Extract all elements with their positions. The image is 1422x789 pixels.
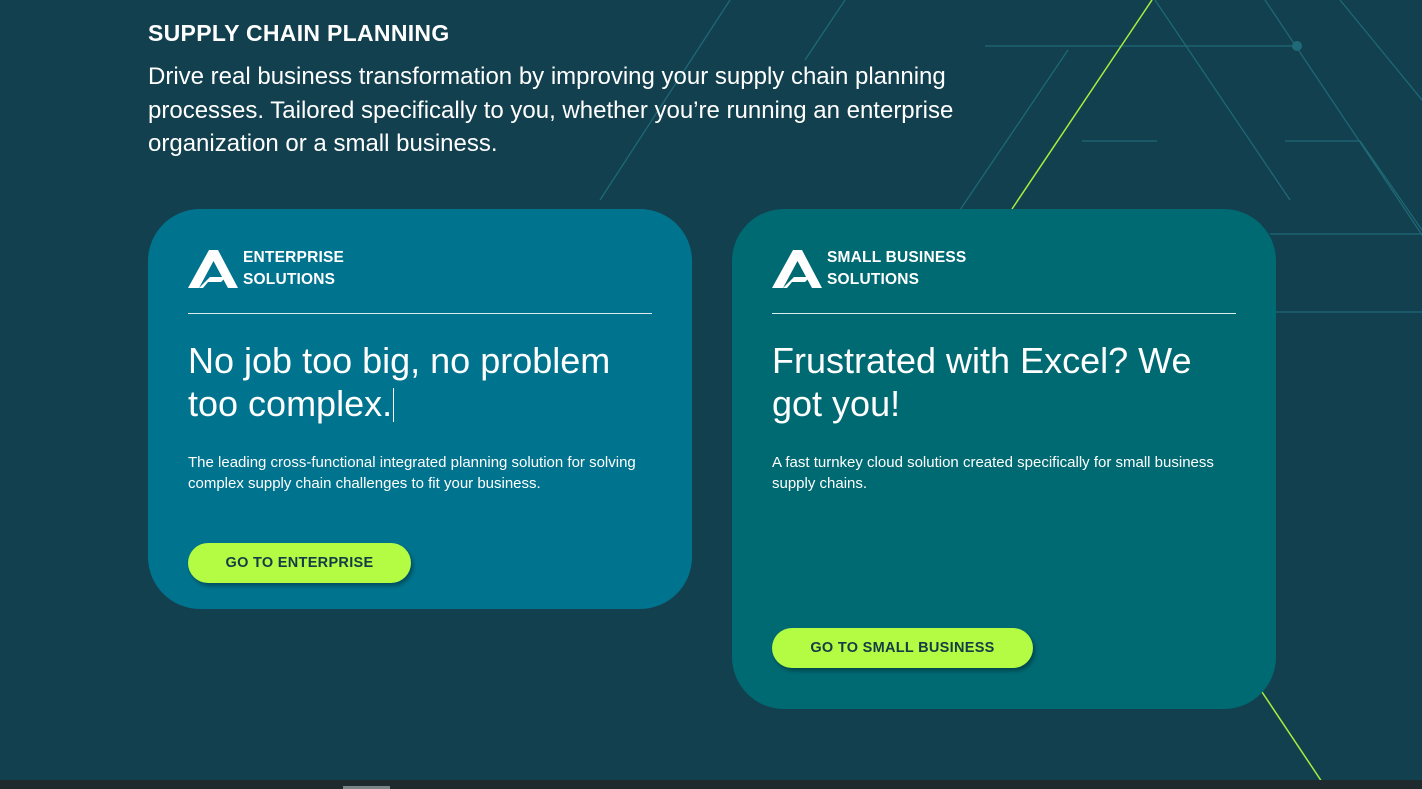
small-business-headline: Frustrated with Excel? We got you! xyxy=(772,340,1192,424)
brand-line-2: SOLUTIONS xyxy=(243,271,336,288)
card-divider xyxy=(772,313,1236,314)
go-to-enterprise-button[interactable]: GO TO ENTERPRISE xyxy=(188,543,411,583)
section-intro: Drive real business transformation by im… xyxy=(148,63,954,157)
brand-line-2: SOLUTIONS xyxy=(827,271,920,288)
enterprise-headline-text: No job too big, no problem too complex. xyxy=(188,340,611,424)
brand-logo-icon xyxy=(772,250,822,288)
enterprise-brand-text: ENTERPRISE SOLUTIONS xyxy=(243,247,344,291)
card-divider xyxy=(188,313,652,314)
enterprise-brand: ENTERPRISE SOLUTIONS xyxy=(188,249,344,289)
brand-logo-icon xyxy=(188,250,238,288)
bottom-bar xyxy=(0,780,1422,789)
page: SUPPLY CHAIN PLANNING Drive real busines… xyxy=(0,0,1422,789)
brand-line-1: ENTERPRISE xyxy=(243,249,345,266)
enterprise-card: ENTERPRISE SOLUTIONS No job too big, no … xyxy=(148,209,692,609)
go-to-small-business-button[interactable]: GO TO SMALL BUSINESS xyxy=(772,628,1033,668)
small-business-description: A fast turnkey cloud solution created sp… xyxy=(772,454,1214,492)
small-business-brand: SMALL BUSINESS SOLUTIONS xyxy=(772,249,966,289)
brand-line-1: SMALL BUSINESS xyxy=(827,249,967,266)
enterprise-description: The leading cross-functional integrated … xyxy=(188,454,636,492)
text-caret xyxy=(393,388,395,422)
section-title: SUPPLY CHAIN PLANNING xyxy=(148,20,450,46)
enterprise-headline: No job too big, no problem too complex. xyxy=(188,339,658,425)
small-business-brand-text: SMALL BUSINESS SOLUTIONS xyxy=(827,247,966,291)
small-business-card: SMALL BUSINESS SOLUTIONS Frustrated with… xyxy=(732,209,1276,709)
